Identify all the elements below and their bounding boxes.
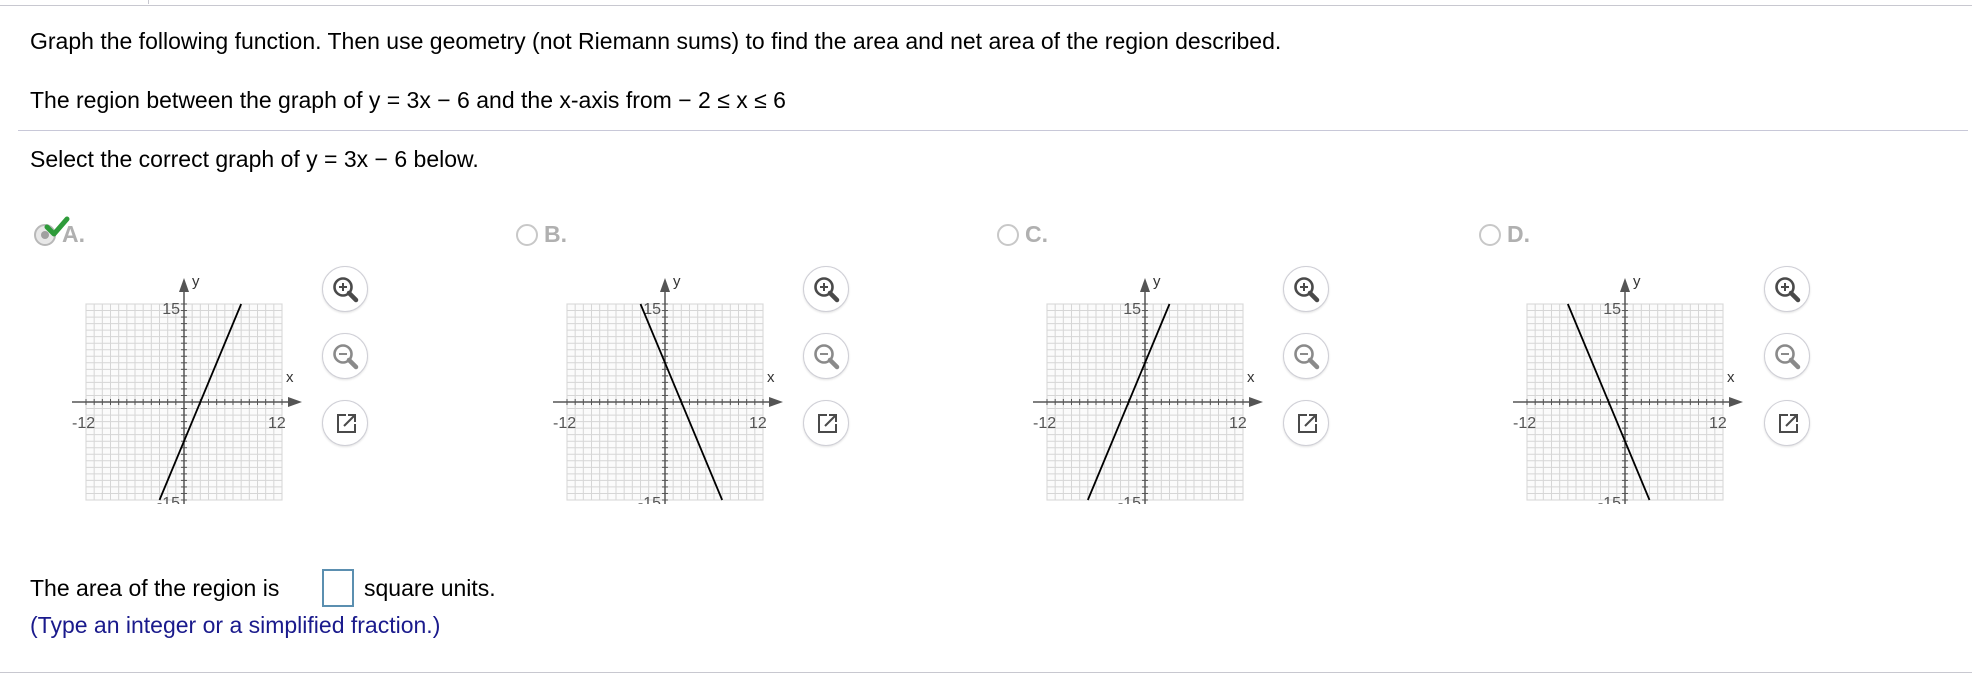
y-axis-arrow	[1620, 278, 1630, 292]
zoom-out-icon	[814, 344, 840, 370]
graph-c: x y -12 12 15 -15	[1033, 273, 1263, 504]
graph-b: xy-12 1215-15	[553, 273, 783, 504]
y-axis-label: y	[1153, 273, 1161, 290]
popout-icon	[337, 414, 356, 433]
zoom-out-icon	[1775, 344, 1801, 370]
popout-icon	[818, 414, 837, 433]
y-tick-label: 15	[162, 301, 180, 318]
popout-button[interactable]	[1764, 400, 1810, 446]
question-instruction: Graph the following function. Then use g…	[30, 28, 1282, 54]
choice-label-d: D.	[1507, 221, 1530, 247]
answer-prefix: The area of the region is	[30, 575, 280, 601]
x-axis-arrow	[288, 397, 302, 407]
zoom-out-button[interactable]	[322, 333, 368, 379]
top-border	[0, 0, 1972, 6]
choice-label-c: C.	[1025, 221, 1048, 247]
x-tick-label: -12	[553, 415, 576, 432]
x-axis-arrow	[769, 397, 783, 407]
top-tick	[148, 0, 149, 4]
popout-icon	[1298, 414, 1317, 433]
zoom-in-button[interactable]	[1283, 266, 1329, 312]
zoom-in-icon	[1294, 277, 1320, 303]
zoom-out-button[interactable]	[803, 333, 849, 379]
graph-a: xy-12 1215-15	[72, 273, 302, 504]
y-tick-label: 15	[1603, 301, 1621, 318]
zoom-in-button[interactable]	[803, 266, 849, 312]
x-axis-arrow	[1729, 397, 1743, 407]
x-tick-label: -12	[1513, 415, 1536, 432]
zoom-out-button[interactable]	[1283, 333, 1329, 379]
zoom-out-icon	[1294, 344, 1320, 370]
graph-d: x y -12 12 15 -15	[1513, 273, 1743, 504]
zoom-in-icon	[333, 277, 359, 303]
radio-d[interactable]	[1479, 224, 1501, 246]
answer-hint: (Type an integer or a simplified fractio…	[30, 612, 441, 638]
x-axis-label: x	[1247, 369, 1255, 386]
divider	[18, 130, 1968, 131]
select-prompt: Select the correct graph of y = 3x − 6 b…	[30, 146, 479, 172]
x-axis-label: x	[286, 369, 294, 386]
x-tick-label: 12	[1709, 415, 1727, 432]
x-axis-label: x	[767, 369, 775, 386]
popout-button[interactable]	[803, 400, 849, 446]
y-axis-arrow	[1140, 278, 1150, 292]
zoom-in-button[interactable]	[1764, 266, 1810, 312]
x-tick-label: 12	[1229, 415, 1247, 432]
choice-label-b: B.	[544, 221, 567, 247]
x-tick-label: -12	[1033, 415, 1056, 432]
x-tick-label: 12	[749, 415, 767, 432]
x-tick-label: 12	[268, 415, 286, 432]
region-description: The region between the graph of y = 3x −…	[30, 87, 786, 113]
zoom-in-icon	[814, 277, 840, 303]
x-axis-arrow	[1249, 397, 1263, 407]
answer-suffix: square units.	[364, 575, 496, 601]
y-tick-label: 15	[1123, 301, 1141, 318]
choice-label-a: A.	[62, 221, 85, 247]
zoom-out-button[interactable]	[1764, 333, 1810, 379]
y-axis-label: y	[192, 273, 200, 290]
popout-button[interactable]	[1283, 400, 1329, 446]
x-tick-label: -12	[72, 415, 95, 432]
zoom-in-icon	[1775, 277, 1801, 303]
popout-button[interactable]	[322, 400, 368, 446]
popout-icon	[1779, 414, 1798, 433]
x-axis-label: x	[1727, 369, 1735, 386]
zoom-in-button[interactable]	[322, 266, 368, 312]
radio-b[interactable]	[516, 224, 538, 246]
zoom-out-icon	[333, 344, 359, 370]
y-axis-arrow	[660, 278, 670, 292]
y-axis-label: y	[673, 273, 681, 290]
y-axis-label: y	[1633, 273, 1641, 290]
area-answer-input[interactable]	[322, 569, 354, 607]
y-tick-label: -15	[1118, 495, 1141, 504]
y-tick-label: -15	[1598, 495, 1621, 504]
bottom-border	[0, 672, 1972, 673]
y-axis-arrow	[179, 278, 189, 292]
radio-c[interactable]	[997, 224, 1019, 246]
y-tick-label: -15	[638, 495, 661, 504]
